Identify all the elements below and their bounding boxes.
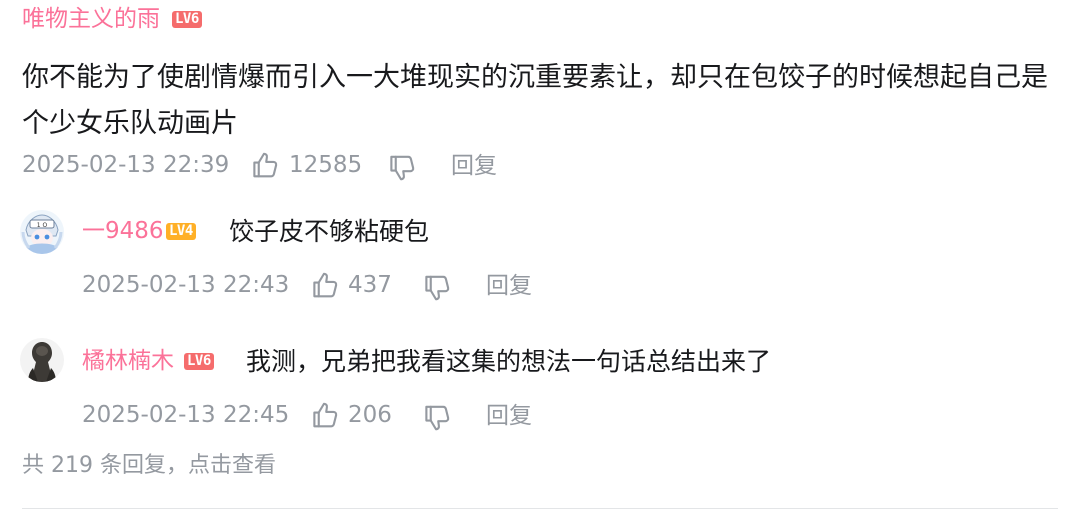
reply-username[interactable]: 一9486 xyxy=(82,220,164,243)
reply-avatar[interactable]: 1 O xyxy=(20,210,64,254)
thumbs-down-icon xyxy=(425,405,450,431)
reply-dislike-button[interactable] xyxy=(422,273,452,303)
main-comment-level-badge: LV6 xyxy=(172,11,202,28)
reply-item: 橘林楠木 LV6 我测，兄弟把我看这集的想法一句话总结出来了 2025-02-1… xyxy=(0,330,1080,450)
reply-timestamp: 2025-02-13 22:45 xyxy=(82,402,290,428)
view-more-replies-link[interactable]: 共 219 条回复，点击查看 xyxy=(22,455,276,477)
reply-level-badge: LV6 xyxy=(184,353,214,370)
reply-username[interactable]: 橘林楠木 xyxy=(82,350,174,373)
reply-timestamp: 2025-02-13 22:43 xyxy=(82,272,290,298)
reply-like-count: 206 xyxy=(348,402,392,428)
main-comment-dislike-button[interactable] xyxy=(387,153,417,183)
reply-like-button[interactable] xyxy=(310,400,340,430)
thumbs-down-icon xyxy=(425,275,450,301)
main-comment-timestamp: 2025-02-13 22:39 xyxy=(22,152,230,178)
anime-avatar-icon: 1 O xyxy=(20,210,64,254)
main-comment-like-count: 12585 xyxy=(289,152,363,178)
reply-text: 饺子皮不够粘硬包 xyxy=(229,217,430,246)
reply-like-button[interactable] xyxy=(310,270,340,300)
main-comment-username[interactable]: 唯物主义的雨 xyxy=(22,8,160,31)
main-comment: 唯物主义的雨 LV6 你不能为了使剧情爆而引入一大堆现实的沉重要素让，却只在包饺… xyxy=(0,0,1080,200)
divider xyxy=(22,508,1058,509)
thumbs-down-icon xyxy=(390,155,415,181)
reply-level-badge: LV4 xyxy=(166,223,196,240)
reply-reply-button[interactable]: 回复 xyxy=(486,405,532,428)
main-comment-text: 你不能为了使剧情爆而引入一大堆现实的沉重要素让，却只在包饺子的时候想起自己是个少… xyxy=(22,62,1048,139)
thumbs-up-icon xyxy=(313,402,338,428)
reply-like-count: 437 xyxy=(348,272,392,298)
main-comment-reply-button[interactable]: 回复 xyxy=(451,155,497,178)
thumbs-up-icon xyxy=(313,272,338,298)
reply-reply-button[interactable]: 回复 xyxy=(486,275,532,298)
reply-dislike-button[interactable] xyxy=(422,403,452,433)
reply-text: 我测，兄弟把我看这集的想法一句话总结出来了 xyxy=(246,347,772,376)
dark-figure-avatar-icon xyxy=(20,338,64,382)
main-comment-like-button[interactable] xyxy=(250,150,280,180)
reply-item: 1 O 一9486 LV4 饺子皮不够粘硬包 2025-02-13 22:43 … xyxy=(0,200,1080,320)
svg-text:1 O: 1 O xyxy=(37,222,48,229)
reply-avatar[interactable] xyxy=(20,338,64,382)
thumbs-up-icon xyxy=(253,152,278,178)
